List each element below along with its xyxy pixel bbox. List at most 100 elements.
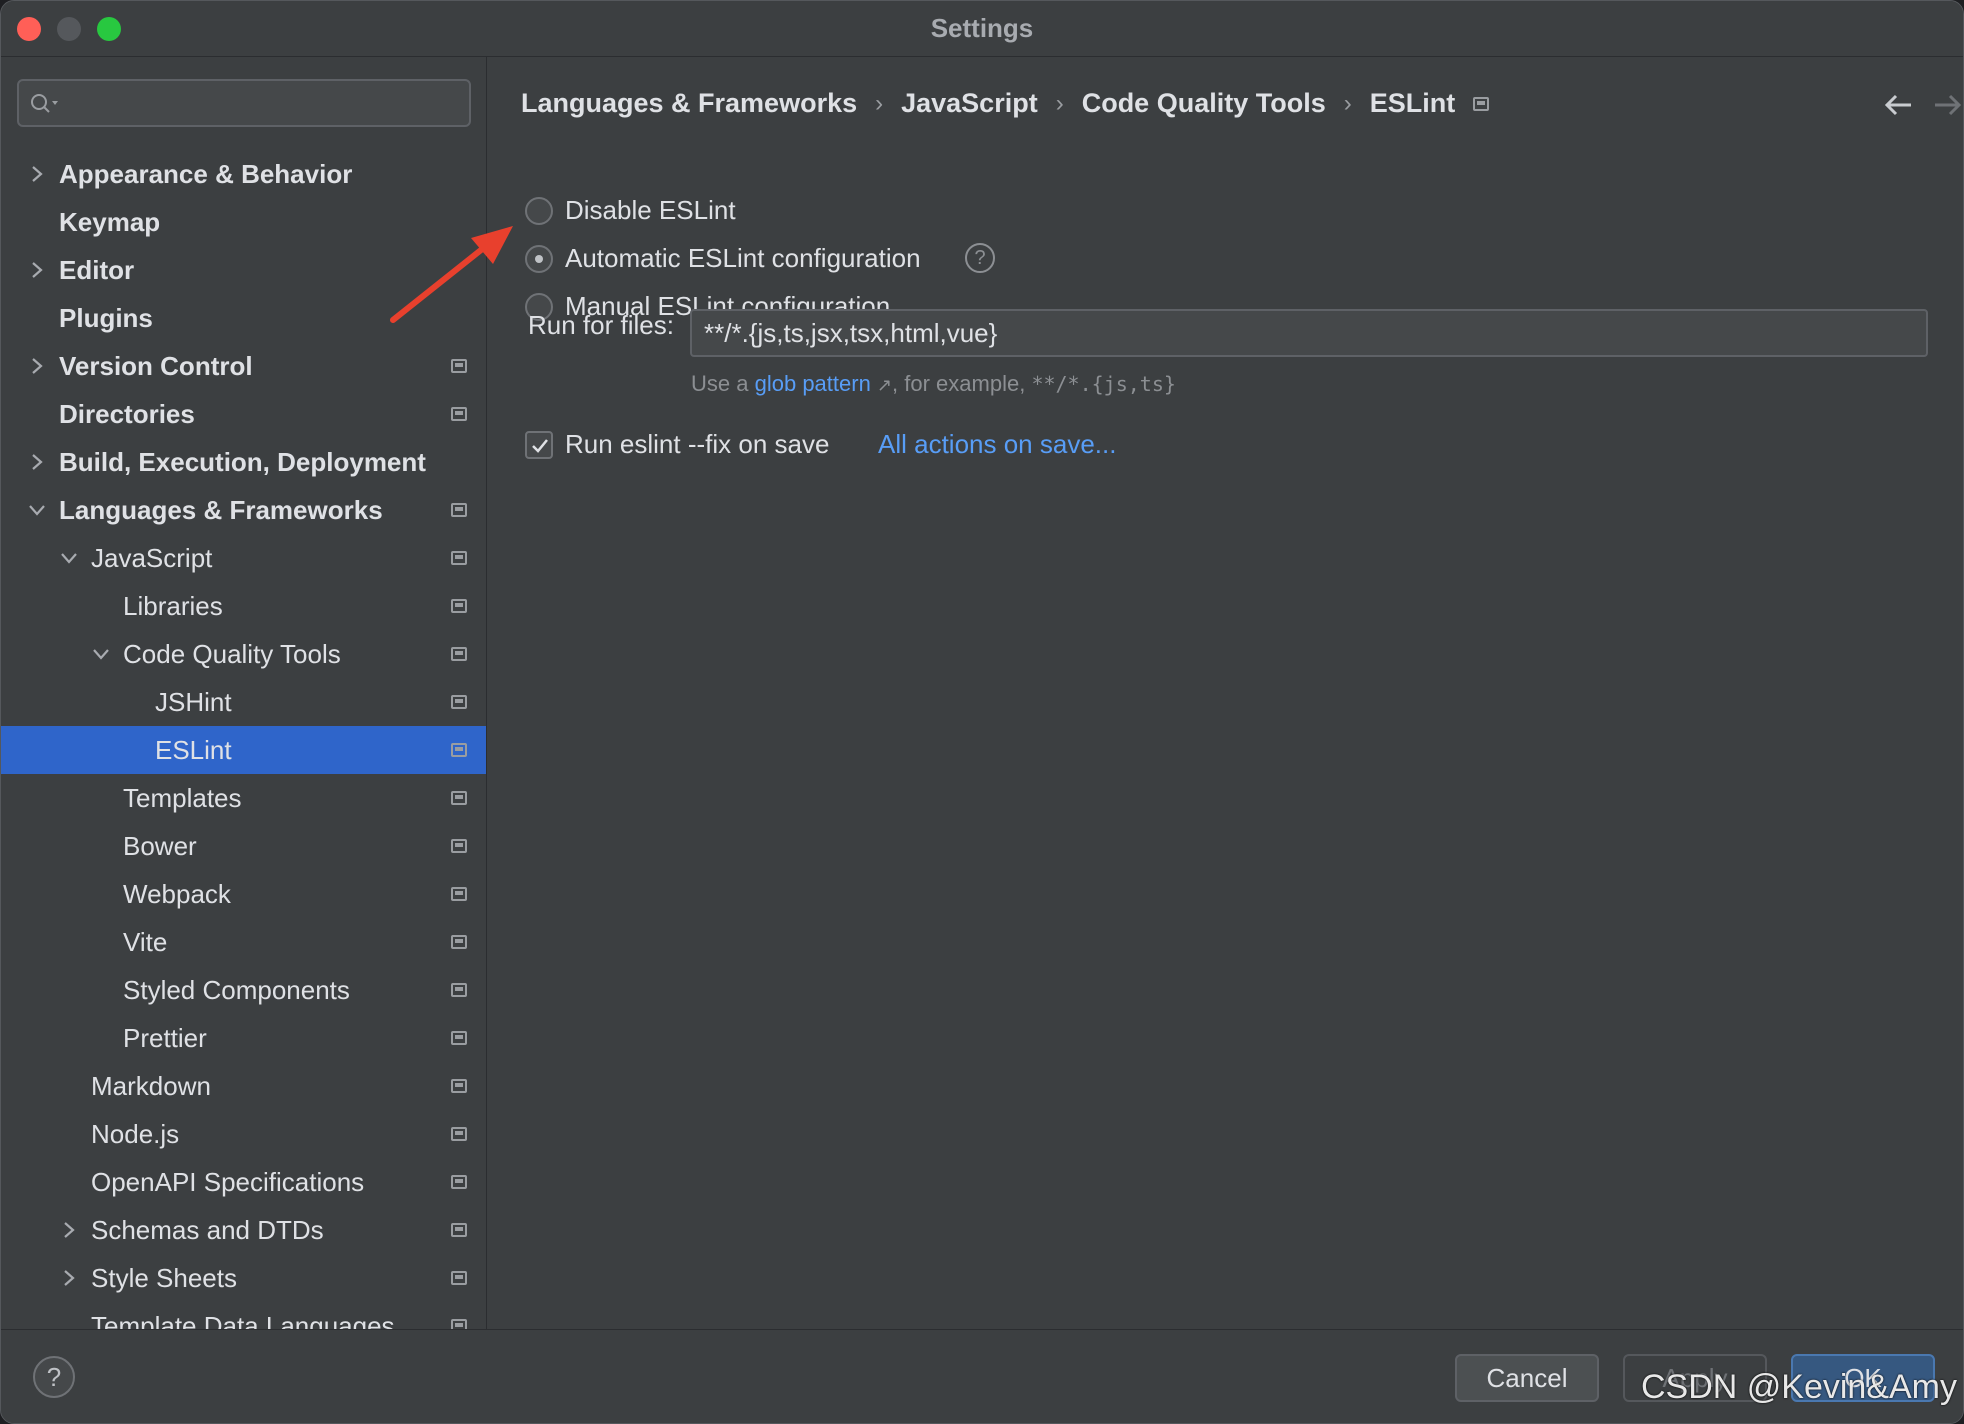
all-actions-on-save-link[interactable]: All actions on save... bbox=[878, 429, 1116, 460]
sidebar-item-label: Template Data Languages bbox=[91, 1311, 395, 1329]
sidebar-item[interactable]: Template Data Languages bbox=[1, 1302, 486, 1329]
settings-content: Languages & Frameworks › JavaScript › Code Q… bbox=[488, 57, 1964, 1329]
hint-example: **/*.{js,ts} bbox=[1031, 372, 1176, 396]
project-scope-icon bbox=[451, 407, 467, 421]
sidebar-item-label: OpenAPI Specifications bbox=[91, 1167, 365, 1197]
dialog-footer: ? Cancel Apply OK CSDN @Kevin&Amy bbox=[1, 1329, 1963, 1423]
sidebar-item[interactable]: Vite bbox=[1, 918, 486, 966]
run-for-files-input[interactable] bbox=[690, 309, 1928, 357]
chevron-down-icon[interactable] bbox=[27, 500, 47, 520]
chevron-right-icon[interactable] bbox=[59, 1268, 79, 1288]
sidebar-item[interactable]: Bower bbox=[1, 822, 486, 870]
sidebar-item-label: Build, Execution, Deployment bbox=[59, 447, 426, 477]
sidebar-item[interactable]: Appearance & Behavior bbox=[1, 150, 486, 198]
project-scope-icon bbox=[451, 1079, 467, 1093]
cancel-button[interactable]: Cancel bbox=[1455, 1354, 1599, 1402]
sidebar-item[interactable]: OpenAPI Specifications bbox=[1, 1158, 486, 1206]
breadcrumb-item[interactable]: Code Quality Tools bbox=[1082, 88, 1326, 119]
disable-eslint-radio[interactable] bbox=[525, 197, 553, 225]
sidebar-item[interactable]: Libraries bbox=[1, 582, 486, 630]
project-scope-icon bbox=[451, 791, 467, 805]
hint-prefix: Use a bbox=[691, 371, 749, 396]
sidebar-item[interactable]: Markdown bbox=[1, 1062, 486, 1110]
sidebar-item[interactable]: Schemas and DTDs bbox=[1, 1206, 486, 1254]
sidebar-item[interactable]: Version Control bbox=[1, 342, 486, 390]
sidebar-item[interactable]: Build, Execution, Deployment bbox=[1, 438, 486, 486]
sidebar-item-label: Appearance & Behavior bbox=[59, 159, 353, 189]
sidebar-item-label: Templates bbox=[123, 783, 242, 813]
sidebar-item-label: Schemas and DTDs bbox=[91, 1215, 324, 1245]
chevron-down-icon[interactable] bbox=[59, 548, 79, 568]
sidebar-item[interactable]: Directories bbox=[1, 390, 486, 438]
sidebar-item-label: Directories bbox=[59, 399, 195, 429]
breadcrumb: Languages & Frameworks › JavaScript › Code Q… bbox=[521, 87, 1490, 127]
automatic-eslint-label: Automatic ESLint configuration bbox=[565, 243, 921, 273]
window-title: Settings bbox=[930, 13, 1034, 43]
back-arrow-icon[interactable] bbox=[1881, 87, 1917, 123]
search-icon bbox=[31, 94, 58, 113]
sidebar-item-label: Node.js bbox=[91, 1119, 180, 1149]
breadcrumb-item[interactable]: JavaScript bbox=[901, 88, 1038, 119]
sidebar-item-label: Markdown bbox=[91, 1071, 211, 1101]
sidebar-item-label: Styled Components bbox=[123, 975, 350, 1005]
sidebar-item-label: Editor bbox=[59, 255, 135, 285]
sidebar-item-label: Version Control bbox=[59, 351, 253, 381]
project-scope-icon bbox=[451, 1031, 467, 1045]
run-for-files-label: Run for files: bbox=[528, 310, 674, 340]
fix-on-save-label[interactable]: Run eslint --fix on save bbox=[565, 429, 829, 460]
sidebar-item[interactable]: Style Sheets bbox=[1, 1254, 486, 1302]
sidebar-item-label: Vite bbox=[123, 927, 168, 957]
sidebar-item-label: Libraries bbox=[123, 591, 223, 621]
title-bar: Settings bbox=[1, 1, 1963, 57]
project-scope-icon bbox=[451, 983, 467, 997]
search-input[interactable] bbox=[67, 87, 457, 119]
project-scope-icon bbox=[1473, 96, 1490, 111]
sidebar-item-label: Webpack bbox=[123, 879, 231, 909]
help-icon[interactable]: ? bbox=[965, 243, 995, 273]
chevron-right-icon[interactable] bbox=[27, 356, 47, 376]
chevron-right-icon[interactable] bbox=[27, 164, 47, 184]
sidebar-item-label: JSHint bbox=[155, 687, 232, 717]
project-scope-icon bbox=[451, 551, 467, 565]
sidebar-item[interactable]: ESLint bbox=[1, 726, 486, 774]
project-scope-icon bbox=[451, 359, 467, 373]
project-scope-icon bbox=[451, 695, 467, 709]
project-scope-icon bbox=[451, 1271, 467, 1285]
glob-hint: Use a glob pattern ↗, for example, **/*.… bbox=[691, 371, 1176, 397]
sidebar-item[interactable]: JSHint bbox=[1, 678, 486, 726]
project-scope-icon bbox=[451, 1223, 467, 1237]
sidebar-item[interactable]: Languages & Frameworks bbox=[1, 486, 486, 534]
sidebar-item-label: Languages & Frameworks bbox=[59, 495, 383, 525]
sidebar-item[interactable]: Templates bbox=[1, 774, 486, 822]
fix-on-save-checkbox[interactable] bbox=[525, 431, 553, 459]
sidebar-item-label: JavaScript bbox=[91, 543, 213, 573]
project-scope-icon bbox=[451, 1175, 467, 1189]
breadcrumb-separator: › bbox=[1055, 89, 1064, 117]
sidebar-item[interactable]: Prettier bbox=[1, 1014, 486, 1062]
watermark: CSDN @Kevin&Amy bbox=[1640, 1368, 1957, 1406]
search-box[interactable] bbox=[17, 79, 471, 127]
project-scope-icon bbox=[451, 1127, 467, 1141]
chevron-right-icon[interactable] bbox=[59, 1220, 79, 1240]
automatic-eslint-radio[interactable] bbox=[525, 245, 553, 273]
sidebar-item[interactable]: Node.js bbox=[1, 1110, 486, 1158]
sidebar-item-label: Bower bbox=[123, 831, 197, 861]
sidebar-item[interactable]: Styled Components bbox=[1, 966, 486, 1014]
forward-arrow-icon[interactable] bbox=[1929, 87, 1964, 123]
sidebar-item[interactable]: Code Quality Tools bbox=[1, 630, 486, 678]
glob-pattern-link[interactable]: glob pattern bbox=[755, 371, 871, 396]
disable-eslint-label: Disable ESLint bbox=[565, 195, 736, 225]
chevron-down-icon[interactable] bbox=[91, 644, 111, 664]
breadcrumb-separator: › bbox=[1343, 89, 1352, 117]
breadcrumb-item[interactable]: Languages & Frameworks bbox=[521, 88, 857, 119]
chevron-right-icon[interactable] bbox=[27, 452, 47, 472]
chevron-right-icon[interactable] bbox=[27, 260, 47, 280]
sidebar-item-label: Style Sheets bbox=[91, 1263, 237, 1293]
external-link-icon: ↗ bbox=[876, 375, 893, 395]
project-scope-icon bbox=[451, 647, 467, 661]
sidebar-item[interactable]: Webpack bbox=[1, 870, 486, 918]
project-scope-icon bbox=[451, 503, 467, 517]
sidebar-item[interactable]: JavaScript bbox=[1, 534, 486, 582]
help-button[interactable]: ? bbox=[33, 1356, 75, 1398]
project-scope-icon bbox=[451, 1319, 467, 1329]
